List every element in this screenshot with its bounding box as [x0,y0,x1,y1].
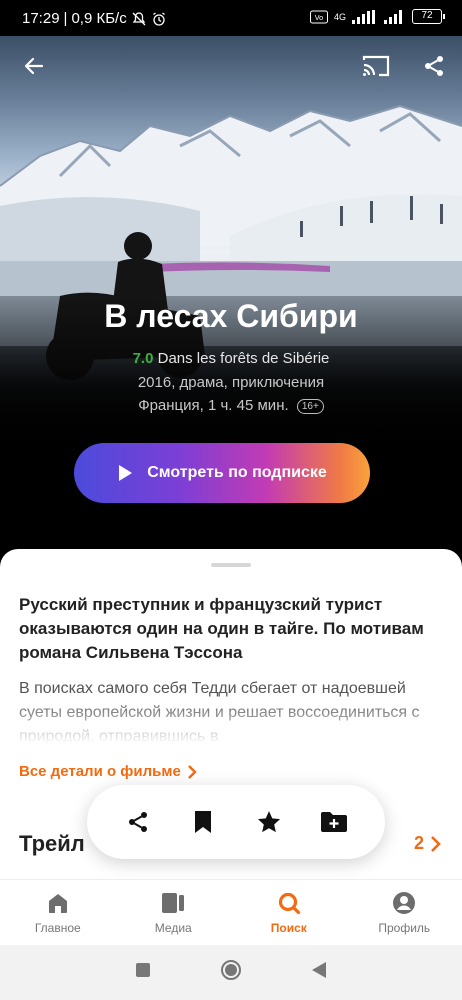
sheet-handle[interactable] [211,563,251,567]
cast-button[interactable] [360,50,392,82]
tab-search-label: Поиск [270,920,307,935]
play-icon [119,465,133,481]
hero-gradient [0,296,462,576]
mute-icon [132,11,146,25]
system-nav-bar [0,945,462,1000]
tab-media-label: Медиа [154,920,192,935]
status-speed: 0,9 КБ/с [71,10,127,27]
bookmark-button[interactable] [185,804,221,840]
signal-icon [352,9,375,24]
alarm-icon [152,11,165,26]
square-icon [135,963,150,977]
rating-line: 7.0 Dans les forêts de Sibérie [0,350,462,367]
movie-title: В лесах Сибири [104,298,358,334]
tab-media[interactable]: Медиа [116,880,232,945]
signal-icon-2 [384,9,402,24]
svg-text:Vo: Vo [315,14,324,22]
triangle-back-icon [312,962,327,978]
lead-text: Русский преступник и французский турист … [19,595,424,662]
bottom-tab-bar: Главное Медиа Поиск Профиль [0,879,462,945]
home-icon [48,893,67,913]
cast-icon [362,55,390,77]
all-details-link[interactable]: Все детали о фильме [19,763,197,780]
status-time: 17:29 [22,10,60,27]
share-icon [128,812,147,832]
all-details-label: Все детали о фильме [19,763,181,780]
age-rating-badge: 16+ [296,398,324,414]
chevron-right-icon [187,764,197,779]
share-button[interactable] [120,804,156,840]
chevron-right-icon [431,835,441,852]
status-bar: 17:29 | 0,9 КБ/с Vo 4G 72 [0,0,462,36]
add-to-folder-button[interactable] [316,804,352,840]
country-duration-line: Франция, 1 ч. 45 мин. 16+ [0,397,462,414]
rate-button[interactable] [251,804,287,840]
tab-profile-label: Профиль [378,920,431,935]
recents-button[interactable] [135,962,151,983]
tab-search[interactable]: Поиск [231,880,347,945]
share-icon [425,56,443,76]
tab-home[interactable]: Главное [0,880,116,945]
watch-button-label: Смотреть по подписке [147,464,327,481]
tab-home-label: Главное [34,920,81,935]
description-fade [0,699,462,749]
trailers-title: Трейл [19,831,85,856]
search-icon [278,892,300,914]
home-nav-button[interactable] [220,959,242,986]
status-right: Vo 4G 72 [309,9,445,24]
back-button[interactable] [18,50,50,82]
media-icon [162,892,185,913]
watch-subscription-button[interactable]: Смотреть по подписке [74,443,370,503]
tab-profile[interactable]: Профиль [347,880,462,945]
share-top-button[interactable] [418,50,450,82]
folder-add-icon [321,812,348,832]
back-nav-button[interactable] [311,961,327,984]
trailers-count: 2 [413,833,424,853]
arrow-left-icon [24,57,44,75]
circle-icon [220,960,241,980]
battery-indicator: 72 [412,9,445,24]
rating-value: 7.0 [132,350,154,367]
star-icon [257,811,280,833]
year-genres: 2016, драма, приключения [137,374,325,391]
country-duration: Франция, 1 ч. 45 мин. [138,397,289,414]
status-left: 17:29 | 0,9 КБ/с [22,10,167,27]
network-type: 4G [333,11,346,22]
original-title: Dans les forêts de Sibérie [157,350,330,367]
volte-icon: Vo [309,10,328,23]
trailers-count-link[interactable]: 2 [414,833,442,854]
action-bar [87,785,385,859]
profile-icon [393,891,416,914]
bookmark-icon [195,811,212,833]
